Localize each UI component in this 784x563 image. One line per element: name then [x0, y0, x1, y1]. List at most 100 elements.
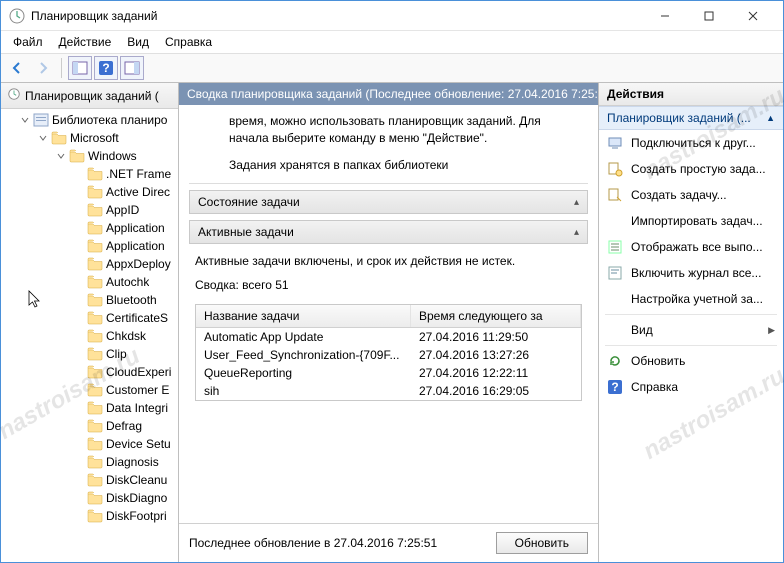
tree-item[interactable]: DiskDiagno: [1, 489, 178, 507]
expand-icon: [73, 510, 85, 522]
action-help[interactable]: ? Справка: [599, 374, 783, 400]
table-row[interactable]: QueueReporting27.04.2016 12:22:11: [196, 364, 581, 382]
help-icon: ?: [607, 379, 623, 395]
tree-item[interactable]: AppID: [1, 201, 178, 219]
tree-item[interactable]: Autochk: [1, 273, 178, 291]
tree-item[interactable]: Clip: [1, 345, 178, 363]
action-display-running[interactable]: Отображать все выпо...: [599, 234, 783, 260]
tree-header[interactable]: Планировщик заданий (: [1, 83, 178, 109]
tree-item-label: Chkdsk: [106, 329, 146, 343]
tree-item[interactable]: Application: [1, 219, 178, 237]
action-account-settings[interactable]: Настройка учетной за...: [599, 286, 783, 312]
action-label: Отображать все выпо...: [631, 240, 763, 254]
action-import-task[interactable]: Импортировать задач...: [599, 208, 783, 234]
cell-next-run: 27.04.2016 12:22:11: [411, 365, 581, 381]
expand-icon: [73, 204, 85, 216]
tree-item[interactable]: DiskFootpri: [1, 507, 178, 525]
tree-pane: Планировщик заданий ( Библиотека планиро…: [1, 83, 179, 562]
tree-item[interactable]: Device Setu: [1, 435, 178, 453]
table-row[interactable]: User_Feed_Synchronization-{709F...27.04.…: [196, 346, 581, 364]
folder-icon: [87, 491, 103, 505]
action-connect[interactable]: Подключиться к друг...: [599, 130, 783, 156]
center-body[interactable]: время, можно использовать планировщик за…: [179, 105, 598, 523]
section-status-label: Состояние задачи: [198, 195, 300, 209]
tree-item[interactable]: .NET Frame: [1, 165, 178, 183]
tree-item-label: Diagnosis: [106, 455, 159, 469]
tree-item[interactable]: Библиотека планиро: [1, 111, 178, 129]
collapse-icon[interactable]: [37, 132, 49, 144]
menu-action[interactable]: Действие: [51, 33, 120, 51]
action-label: Импортировать задач...: [631, 214, 763, 228]
chevron-up-icon: ▴: [574, 197, 579, 208]
settings-icon: [607, 291, 623, 307]
folder-icon: [69, 149, 85, 163]
action-label: Обновить: [631, 354, 685, 368]
forward-button[interactable]: [31, 56, 55, 80]
menu-file[interactable]: Файл: [5, 33, 51, 51]
tree-item[interactable]: Data Integri: [1, 399, 178, 417]
section-task-status[interactable]: Состояние задачи ▴: [189, 190, 588, 214]
action-create-task[interactable]: Создать задачу...: [599, 182, 783, 208]
tree-item-label: Библиотека планиро: [52, 113, 167, 127]
window-controls: [643, 2, 775, 30]
action-label: Создать задачу...: [631, 188, 727, 202]
tree-item[interactable]: Bluetooth: [1, 291, 178, 309]
import-icon: [607, 213, 623, 229]
tree-item[interactable]: DiskCleanu: [1, 471, 178, 489]
tree-item[interactable]: Chkdsk: [1, 327, 178, 345]
main-area: Планировщик заданий ( Библиотека планиро…: [1, 83, 783, 562]
collapse-icon[interactable]: [55, 150, 67, 162]
action-label: Создать простую зада...: [631, 162, 766, 176]
tree-item[interactable]: CertificateS: [1, 309, 178, 327]
log-icon: [607, 265, 623, 281]
expand-icon: [73, 240, 85, 252]
tree-item[interactable]: Application: [1, 237, 178, 255]
help-button[interactable]: ?: [94, 56, 118, 80]
action-view[interactable]: Вид ▶: [599, 317, 783, 343]
tree-item[interactable]: Customer E: [1, 381, 178, 399]
tree-item-label: Device Setu: [106, 437, 171, 451]
menu-help[interactable]: Справка: [157, 33, 220, 51]
tree-item[interactable]: Active Direc: [1, 183, 178, 201]
menu-view[interactable]: Вид: [119, 33, 157, 51]
col-next-run[interactable]: Время следующего за: [411, 305, 581, 327]
table-row[interactable]: sih27.04.2016 16:29:05: [196, 382, 581, 400]
action-create-simple-task[interactable]: Создать простую зада...: [599, 156, 783, 182]
divider: [605, 345, 777, 346]
col-task-name[interactable]: Название задачи: [196, 305, 411, 327]
task-table-body[interactable]: Automatic App Update27.04.2016 11:29:50U…: [196, 328, 581, 400]
expand-icon: [73, 168, 85, 180]
app-icon: [9, 8, 25, 24]
tree-item[interactable]: Microsoft: [1, 129, 178, 147]
cell-task-name: User_Feed_Synchronization-{709F...: [196, 347, 411, 363]
action-enable-log[interactable]: Включить журнал все...: [599, 260, 783, 286]
tree-item[interactable]: Windows: [1, 147, 178, 165]
section-active-tasks[interactable]: Активные задачи ▴: [189, 220, 588, 244]
folder-icon: [87, 275, 103, 289]
maximize-button[interactable]: [687, 2, 731, 30]
tree-item[interactable]: CloudExperi: [1, 363, 178, 381]
show-hide-actions-button[interactable]: [120, 56, 144, 80]
actions-subtitle[interactable]: Планировщик заданий (... ▲: [599, 106, 783, 130]
folder-icon: [87, 221, 103, 235]
tree-item[interactable]: Defrag: [1, 417, 178, 435]
collapse-icon[interactable]: [19, 114, 31, 126]
folder-icon: [87, 239, 103, 253]
expand-icon: [73, 420, 85, 432]
blank-icon: [607, 322, 623, 338]
table-row[interactable]: Automatic App Update27.04.2016 11:29:50: [196, 328, 581, 346]
active-tasks-table: Название задачи Время следующего за Auto…: [195, 304, 582, 401]
tree-item-label: Windows: [88, 149, 137, 163]
refresh-button[interactable]: Обновить: [496, 532, 588, 554]
close-button[interactable]: [731, 2, 775, 30]
tree-item[interactable]: Diagnosis: [1, 453, 178, 471]
center-header: Сводка планировщика заданий (Последнее о…: [179, 83, 598, 105]
back-button[interactable]: [5, 56, 29, 80]
minimize-button[interactable]: [643, 2, 687, 30]
action-refresh[interactable]: Обновить: [599, 348, 783, 374]
tree-item[interactable]: AppxDeploy: [1, 255, 178, 273]
tree-body[interactable]: Библиотека планиро Microsoft Windows .NET F…: [1, 109, 178, 562]
folder-icon: [87, 437, 103, 451]
action-label: Вид: [631, 323, 653, 337]
show-hide-tree-button[interactable]: [68, 56, 92, 80]
